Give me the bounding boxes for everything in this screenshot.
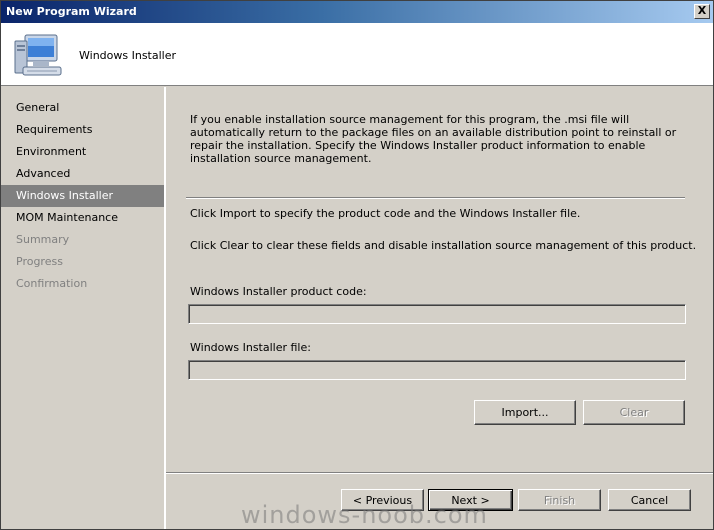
page-title: Windows Installer	[79, 49, 177, 62]
finish-button: Finish	[518, 489, 601, 511]
section-divider	[186, 197, 685, 199]
product-code-label: Windows Installer product code:	[190, 285, 367, 298]
import-button[interactable]: Import...	[474, 400, 576, 425]
sidebar-item-environment[interactable]: Environment	[1, 141, 164, 163]
sidebar-item-progress: Progress	[16, 255, 63, 268]
cancel-button[interactable]: Cancel	[608, 489, 691, 511]
wizard-content: If you enable installation source manage…	[166, 87, 713, 529]
sidebar-item-summary: Summary	[16, 233, 70, 246]
footer-divider	[166, 472, 713, 474]
installer-file-label: Windows Installer file:	[190, 341, 311, 354]
close-button[interactable]: X	[694, 4, 710, 19]
sidebar-item-windows-installer[interactable]: Windows Installer	[1, 185, 164, 207]
wizard-window: New Program Wizard X Windows Installer G…	[0, 0, 714, 530]
close-icon: X	[697, 4, 707, 17]
description-text: If you enable installation source manage…	[190, 113, 677, 165]
title-bar[interactable]: New Program Wizard X	[1, 1, 713, 23]
installer-file-field	[188, 360, 686, 380]
product-code-field	[188, 304, 686, 324]
import-hint: Click Import to specify the product code…	[190, 207, 581, 220]
sidebar-item-confirmation: Confirmation	[16, 277, 88, 290]
computer-icon	[11, 31, 63, 84]
sidebar-item-mom-maintenance[interactable]: MOM Maintenance	[1, 207, 164, 229]
wizard-sidebar: General Requirements Environment Advance…	[1, 87, 166, 529]
watermark: windows-noob.com	[241, 501, 488, 529]
clear-button: Clear	[583, 400, 685, 425]
sidebar-item-general[interactable]: General	[1, 97, 164, 119]
sidebar-item-advanced[interactable]: Advanced	[1, 163, 164, 185]
sidebar-item-requirements[interactable]: Requirements	[1, 119, 164, 141]
wizard-header: Windows Installer	[1, 23, 713, 86]
window-title: New Program Wizard	[6, 5, 137, 18]
clear-hint: Click Clear to clear these fields and di…	[190, 239, 697, 252]
